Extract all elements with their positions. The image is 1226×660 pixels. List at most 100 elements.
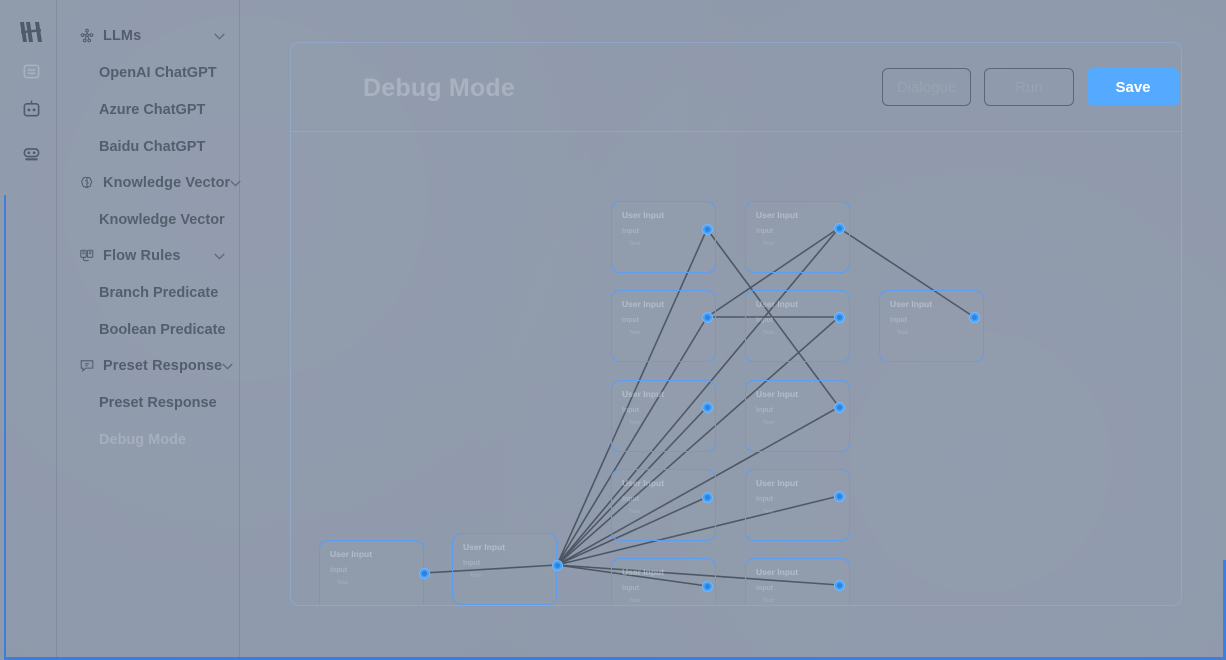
node-field-label: Input xyxy=(622,407,640,414)
chevron-down-icon[interactable] xyxy=(212,249,226,263)
flow-node[interactable]: User Input Input Text xyxy=(319,540,424,605)
dialogue-button[interactable]: Dialogue xyxy=(882,68,971,106)
node-field-value: Text xyxy=(763,509,774,515)
node-field-label: Input xyxy=(756,585,774,592)
node-field-label: Input xyxy=(756,407,774,414)
flow-node[interactable]: User Input Input Text xyxy=(611,290,716,362)
sidebar-item-openai-chatgpt[interactable]: OpenAI ChatGPT xyxy=(57,54,239,91)
node-port[interactable] xyxy=(418,567,430,579)
sidebar-group-label: LLMs xyxy=(103,28,142,44)
sidebar-item-azure-chatgpt[interactable]: Azure ChatGPT xyxy=(57,91,239,128)
window-accent-left xyxy=(4,195,6,658)
flow-node[interactable]: User Input Input Text xyxy=(611,201,716,273)
node-field-value: Text xyxy=(629,241,640,247)
sidebar-group-flow-rules[interactable]: Flow Rules xyxy=(57,238,239,274)
sidebar-item-branch-predicate[interactable]: Branch Predicate xyxy=(57,274,239,311)
page-title: Debug Mode xyxy=(363,74,515,102)
flow-rules-icon xyxy=(78,248,95,265)
flow-node[interactable]: User Input Input Text xyxy=(745,290,850,362)
node-field-value: Text xyxy=(629,509,640,515)
node-title: User Input xyxy=(756,478,799,488)
brain-icon xyxy=(78,175,95,192)
flow-node[interactable]: User Input Input Text xyxy=(611,380,716,452)
node-title: User Input xyxy=(622,210,665,220)
sidebar-item-boolean-predicate[interactable]: Boolean Predicate xyxy=(57,311,239,348)
node-port[interactable] xyxy=(968,311,980,323)
node-field-label: Input xyxy=(330,567,348,574)
node-title: User Input xyxy=(622,389,665,399)
node-title: User Input xyxy=(756,210,799,220)
save-button[interactable]: Save xyxy=(1087,68,1179,106)
node-field-value: Text xyxy=(763,598,774,604)
sidebar-item-knowledge-vector[interactable]: Knowledge Vector xyxy=(57,201,239,238)
node-title: User Input xyxy=(756,299,799,309)
flow-node[interactable]: User Input Input Text xyxy=(745,380,850,452)
node-port[interactable] xyxy=(833,311,845,323)
app-logo-icon[interactable] xyxy=(5,14,57,50)
node-port[interactable] xyxy=(701,401,713,413)
sidebar-group-label: Preset Response xyxy=(103,358,223,374)
node-field-label: Input xyxy=(463,560,481,567)
header-actions: Dialogue Run Save xyxy=(882,68,1179,106)
sidebar-group-knowledge-vector[interactable]: Knowledge Vector xyxy=(57,165,241,201)
flow-node[interactable]: User Input Input Text xyxy=(611,469,716,541)
chevron-down-icon[interactable] xyxy=(212,29,226,43)
node-field-label: Input xyxy=(756,496,774,503)
node-title: User Input xyxy=(622,299,665,309)
node-field-label: Input xyxy=(756,317,774,324)
flow-node[interactable]: User Input Input Text xyxy=(879,290,984,362)
robot-head-icon[interactable] xyxy=(5,92,57,126)
node-title: User Input xyxy=(330,549,373,559)
node-field-value: Text xyxy=(763,241,774,247)
node-field-label: Input xyxy=(622,496,640,503)
node-title: User Input xyxy=(463,542,506,552)
node-field-value: Text xyxy=(629,420,640,426)
node-port[interactable] xyxy=(833,401,845,413)
node-port[interactable] xyxy=(833,579,845,591)
node-port[interactable] xyxy=(833,490,845,502)
sidebar-nav: LLMs OpenAI ChatGPT Azure ChatGPT Baidu … xyxy=(57,0,241,660)
icon-rail xyxy=(5,0,57,660)
node-field-label: Input xyxy=(622,228,640,235)
sidebar-item-debug-mode[interactable]: Debug Mode xyxy=(57,421,239,458)
run-button[interactable]: Run xyxy=(984,68,1074,106)
app-window: LLMs OpenAI ChatGPT Azure ChatGPT Baidu … xyxy=(0,0,1226,660)
flow-canvas[interactable]: User Input Input Text User Input Input Text Us… xyxy=(291,133,1181,605)
node-port[interactable] xyxy=(551,559,563,571)
sidebar-item-baidu-chatgpt[interactable]: Baidu ChatGPT xyxy=(57,128,239,165)
flow-node[interactable]: User Input Input Text xyxy=(452,533,557,605)
flow-node[interactable]: User Input Input Text xyxy=(745,469,850,541)
sidebar-group-preset-response[interactable]: Preset Response xyxy=(57,348,239,384)
node-port[interactable] xyxy=(701,580,713,592)
node-port[interactable] xyxy=(701,311,713,323)
node-field-value: Text xyxy=(763,330,774,336)
node-field-value: Text xyxy=(629,330,640,336)
node-title: User Input xyxy=(622,478,665,488)
flow-node[interactable]: User Input Input Text xyxy=(611,558,716,605)
sidebar-group-label: Knowledge Vector xyxy=(103,175,231,191)
chat-bot-icon[interactable] xyxy=(5,137,57,171)
page-header: Debug Mode Dialogue Run Save xyxy=(290,42,1182,132)
node-port[interactable] xyxy=(701,491,713,503)
node-field-value: Text xyxy=(897,330,908,336)
main-content: User Input Input Text User Input Input Text Us… xyxy=(241,0,1226,657)
node-field-label: Input xyxy=(890,317,908,324)
node-title: User Input xyxy=(756,389,799,399)
sidebar-item-preset-response[interactable]: Preset Response xyxy=(57,384,239,421)
flow-node[interactable]: User Input Input Text xyxy=(745,201,850,273)
node-field-label: Input xyxy=(622,317,640,324)
chat-reply-icon xyxy=(78,358,95,375)
sidebar-group-llms[interactable]: LLMs xyxy=(57,18,239,54)
node-port[interactable] xyxy=(833,222,845,234)
node-title: User Input xyxy=(622,567,665,577)
node-field-value: Text xyxy=(629,598,640,604)
sidebar-group-label: Flow Rules xyxy=(103,248,181,264)
node-port[interactable] xyxy=(701,223,713,235)
node-field-label: Input xyxy=(622,585,640,592)
node-field-value: Text xyxy=(337,580,348,586)
bot-square-icon[interactable] xyxy=(5,54,57,88)
chevron-down-icon[interactable] xyxy=(222,359,233,373)
node-field-value: Text xyxy=(470,573,481,579)
node-field-value: Text xyxy=(763,420,774,426)
chevron-down-icon[interactable] xyxy=(230,176,241,190)
